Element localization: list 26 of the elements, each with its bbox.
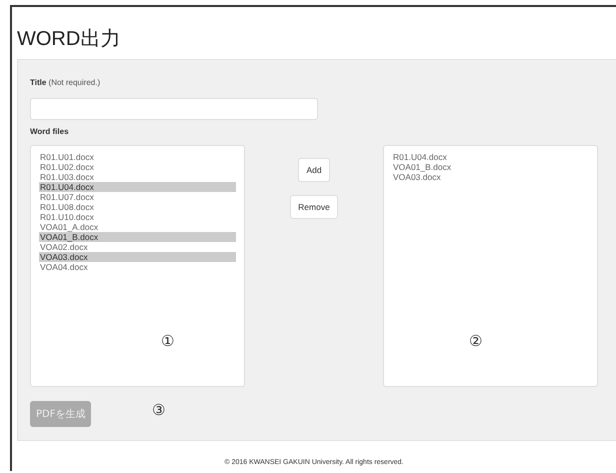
circled-number: ① — [161, 332, 174, 350]
title-label: Title (Not required.) — [30, 78, 100, 87]
file-option[interactable]: R01.U03.docx — [39, 172, 236, 182]
title-field[interactable] — [30, 98, 318, 120]
file-option[interactable]: R01.U07.docx — [39, 192, 236, 202]
word-files-label: Word files — [30, 127, 69, 136]
action-button[interactable]: Remove — [290, 195, 338, 219]
file-option[interactable]: R01.U10.docx — [39, 212, 236, 222]
file-option[interactable]: VOA01_B.docx — [392, 162, 589, 172]
file-option[interactable]: R01.U04.docx — [392, 152, 589, 162]
file-option[interactable]: VOA01_B.docx — [39, 232, 236, 242]
file-option[interactable]: VOA02.docx — [39, 242, 236, 252]
circled-number: ③ — [152, 401, 165, 419]
circled-number: ② — [469, 332, 482, 350]
file-option[interactable]: VOA01_A.docx — [39, 222, 236, 232]
file-option[interactable]: R01.U01.docx — [39, 152, 236, 162]
file-option[interactable]: VOA03.docx — [392, 172, 589, 182]
source-file-list[interactable]: R01.U01.docx R01.U02.docx R01.U03.docx R01.U04.docx R01.U07.docx R01.U08.docx R01.U10.docx VOA01_A.docx VOA01_B.docx VOA02.docx VOA03.docx VOA04.docx ① — [30, 145, 245, 387]
file-option[interactable]: VOA03.docx — [39, 252, 236, 262]
file-option[interactable]: VOA04.docx — [39, 262, 236, 272]
action-button[interactable]: Add — [298, 158, 330, 182]
page-title: WORD出力 — [17, 27, 122, 52]
file-option[interactable]: R01.U04.docx — [39, 182, 236, 192]
file-option[interactable]: R01.U08.docx — [39, 202, 236, 212]
selected-file-list[interactable]: R01.U04.docx VOA01_B.docx VOA03.docx ② — [383, 145, 598, 387]
file-option[interactable]: R01.U02.docx — [39, 162, 236, 172]
